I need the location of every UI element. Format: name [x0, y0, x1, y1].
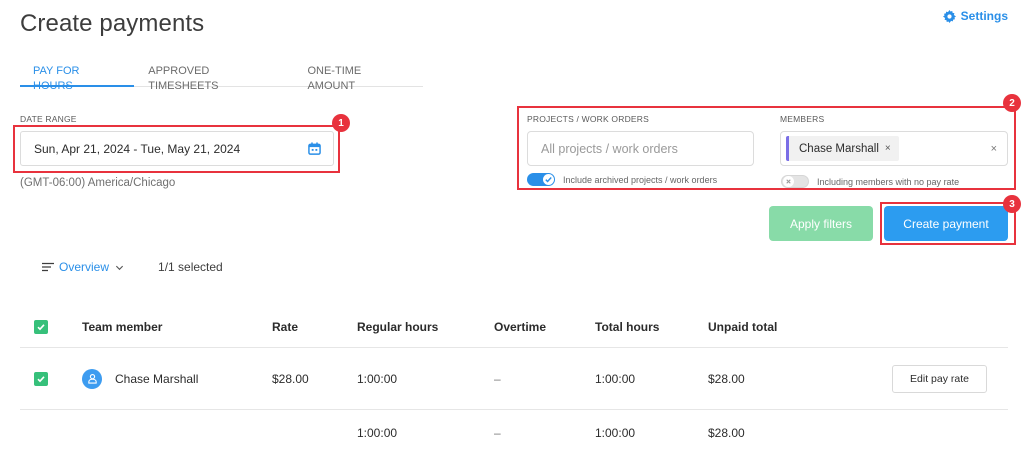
lines-icon: [42, 262, 54, 272]
action-cell: Edit pay rate: [892, 348, 987, 409]
highlight-box-1: [13, 125, 340, 173]
check-icon: [37, 323, 45, 330]
total-regular-hours: 1:00:00: [357, 426, 398, 440]
check-icon: [37, 375, 45, 382]
total-total-hours: 1:00:00: [595, 426, 636, 440]
unpaid-total-cell: $28.00: [708, 371, 745, 386]
tab-approved-timesheets[interactable]: APPROVED TIMESHEETS: [134, 64, 293, 92]
payment-tabs: PAY FOR HOURS APPROVED TIMESHEETS ONE-TI…: [20, 64, 423, 92]
member-cell: Chase Marshall: [82, 348, 198, 409]
row-select-cell: [34, 348, 48, 409]
gear-icon: [942, 9, 956, 23]
person-icon: [87, 374, 97, 384]
apply-filters-button[interactable]: Apply filters: [769, 206, 873, 241]
annotation-marker-3: 3: [1003, 195, 1021, 213]
select-all-cell: [34, 306, 48, 347]
view-bar: Overview 1/1 selected: [42, 260, 223, 274]
overview-dropdown[interactable]: Overview: [42, 260, 124, 274]
member-name: Chase Marshall: [115, 371, 199, 386]
overtime-cell: –: [494, 371, 501, 386]
row-checkbox[interactable]: [34, 371, 48, 386]
annotation-marker-1: 1: [332, 114, 350, 132]
regular-hours-cell: 1:00:00: [357, 371, 398, 386]
col-regular-hours: Regular hours: [357, 319, 439, 334]
edit-pay-rate-button[interactable]: Edit pay rate: [892, 364, 987, 393]
totals-row: 1:00:00 – 1:00:00 $28.00: [20, 410, 1008, 456]
chevron-down-icon: [115, 265, 124, 270]
date-range-label: DATE RANGE: [20, 114, 77, 124]
table-header: Team member Rate Regular hours Overtime …: [20, 306, 1008, 348]
col-rate: Rate: [272, 319, 299, 334]
settings-link[interactable]: Settings: [942, 9, 1008, 23]
total-unpaid: $28.00: [708, 426, 745, 440]
select-all-checkbox[interactable]: [34, 319, 48, 334]
timezone-label: (GMT-06:00) America/Chicago: [20, 177, 176, 189]
annotation-marker-2: 2: [1003, 94, 1021, 112]
highlight-box-2: [517, 106, 1016, 190]
total-hours-cell: 1:00:00: [595, 371, 636, 386]
col-total-hours: Total hours: [595, 319, 660, 334]
highlight-box-3: [880, 202, 1016, 245]
col-team-member: Team member: [82, 319, 163, 334]
settings-label: Settings: [960, 9, 1008, 23]
tab-one-time-amount[interactable]: ONE-TIME AMOUNT: [293, 64, 423, 92]
table-row: Chase Marshall $28.00 1:00:00 – 1:00:00 …: [20, 348, 1008, 410]
rate-cell: $28.00: [272, 371, 309, 386]
col-overtime: Overtime: [494, 319, 547, 334]
col-unpaid-total: Unpaid total: [708, 319, 778, 334]
total-overtime: –: [494, 426, 501, 440]
user-avatar-icon: [82, 368, 102, 389]
overview-label: Overview: [59, 260, 110, 274]
payments-table: Team member Rate Regular hours Overtime …: [20, 306, 1008, 456]
tab-pay-for-hours[interactable]: PAY FOR HOURS: [20, 64, 135, 92]
selected-count: 1/1 selected: [158, 260, 223, 274]
page-title: Create payments: [20, 10, 205, 37]
